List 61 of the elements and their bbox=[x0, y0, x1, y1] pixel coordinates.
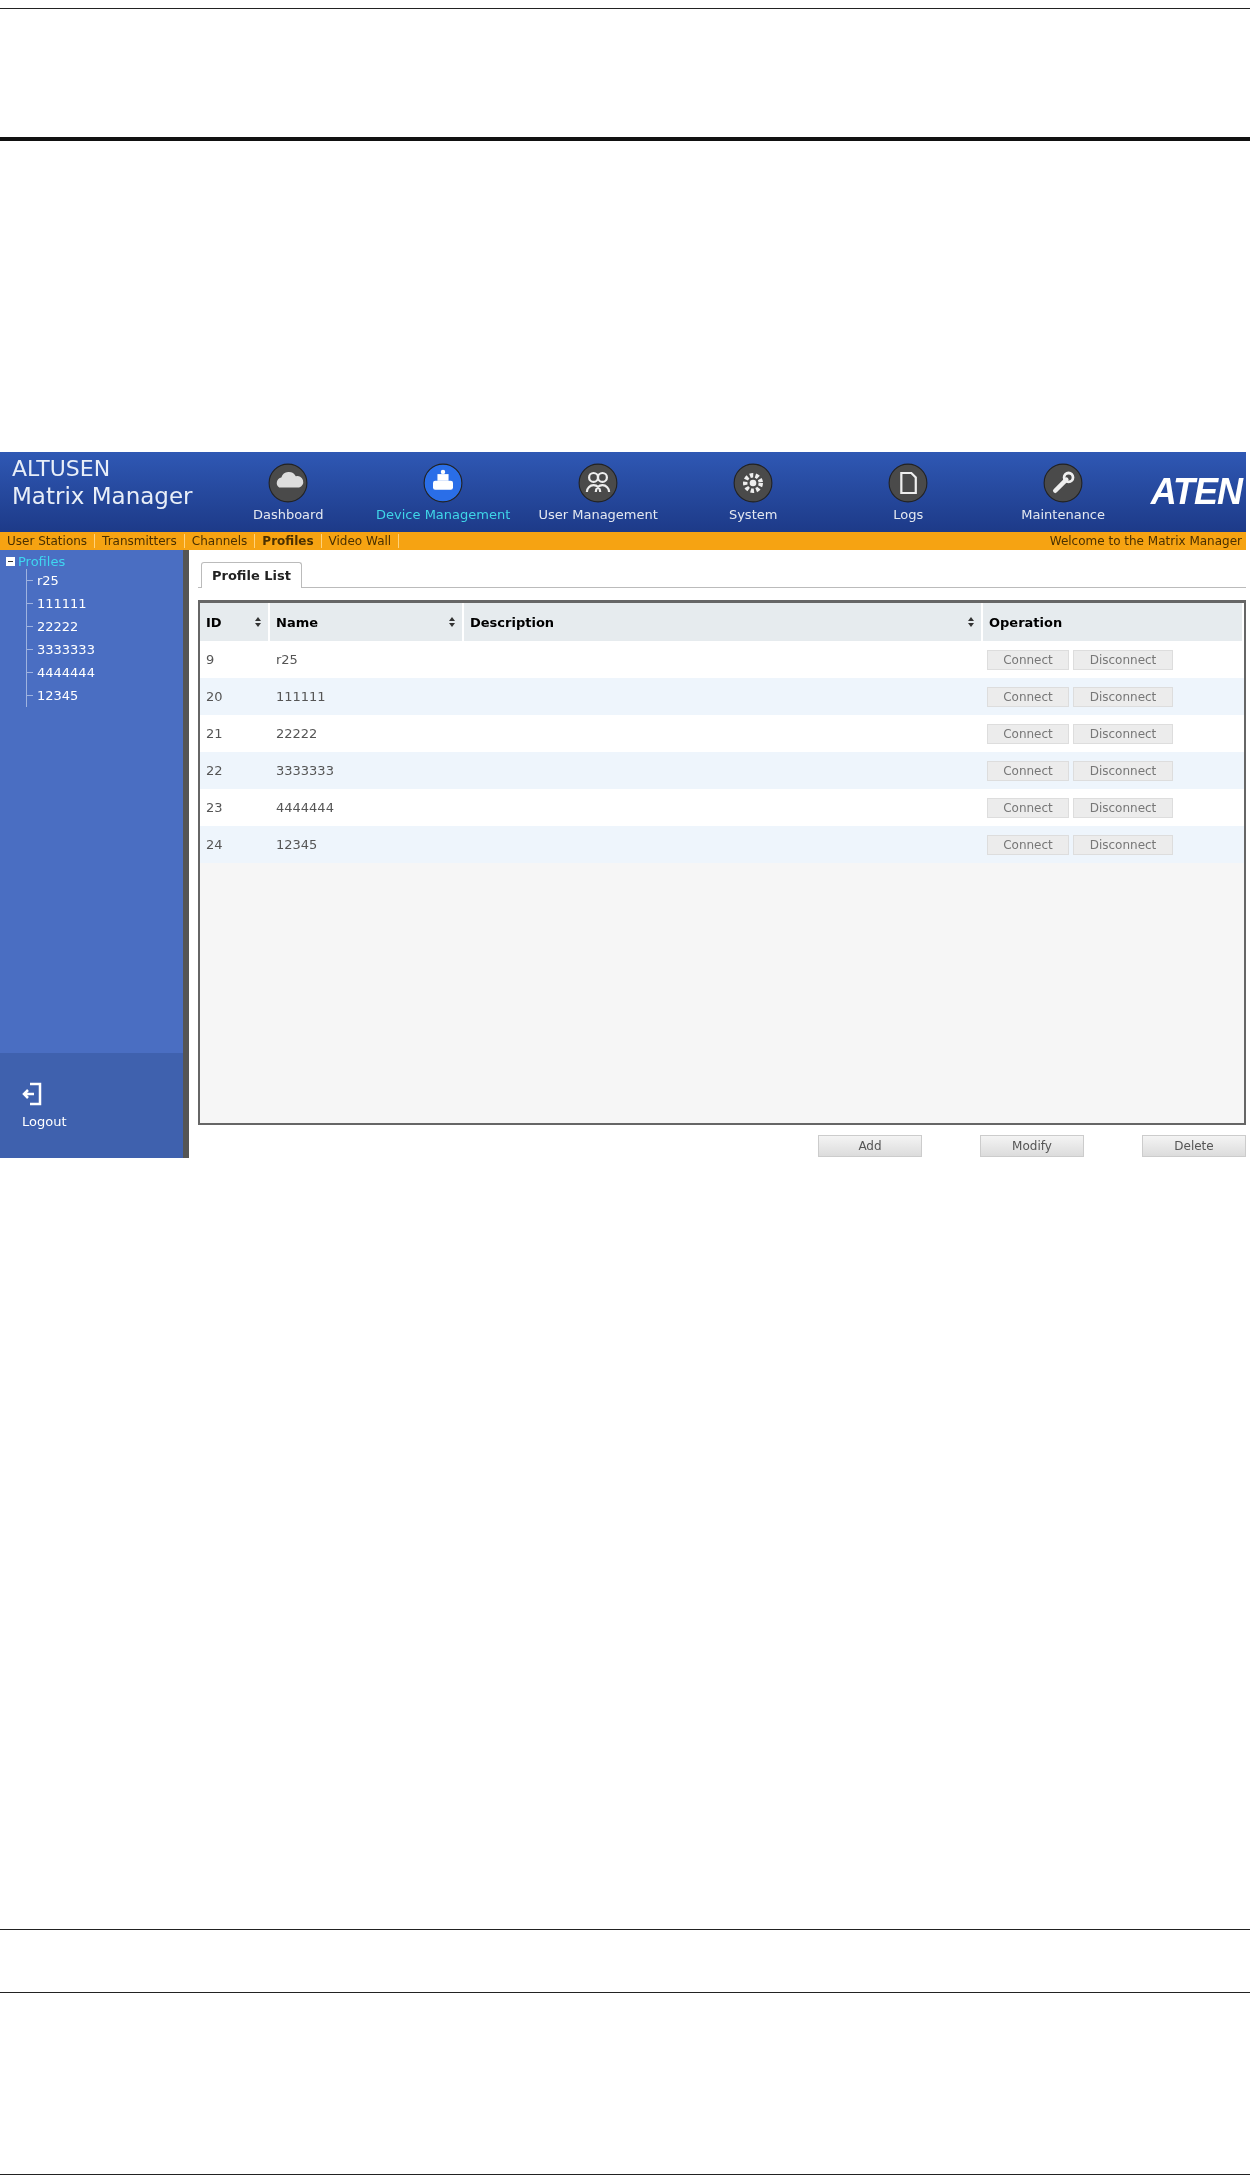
collapse-icon[interactable] bbox=[6, 557, 15, 566]
row-action-button[interactable]: Connect bbox=[987, 760, 1069, 781]
tab[interactable]: Profile List bbox=[201, 562, 302, 588]
nav-item[interactable]: Maintenance bbox=[985, 452, 1141, 532]
welcome-message: Welcome to the Matrix Manager bbox=[1049, 534, 1243, 548]
table-cell-text: 12345 bbox=[275, 837, 319, 852]
users-icon bbox=[578, 463, 619, 503]
tree-item[interactable]: Profiles bbox=[18, 554, 66, 569]
row-action-button[interactable]: Connect bbox=[987, 797, 1069, 818]
table-cell-text: 23 bbox=[205, 800, 224, 815]
row-action-button[interactable]: Disconnect bbox=[1073, 686, 1173, 707]
subnav-tab[interactable]: User Stations bbox=[0, 534, 96, 548]
tree-item[interactable]: 111111 bbox=[37, 596, 87, 611]
action-button[interactable]: Delete bbox=[1142, 1135, 1246, 1157]
table-cell-text: 3333333 bbox=[275, 763, 335, 778]
sort-icon[interactable] bbox=[254, 616, 262, 628]
table-cell-text: 20 bbox=[205, 689, 224, 704]
row-action-button[interactable]: Disconnect bbox=[1073, 797, 1173, 818]
nav-item[interactable]: Logs bbox=[830, 452, 986, 532]
action-button[interactable]: Modify bbox=[980, 1135, 1084, 1157]
brand-subtitle: Matrix Manager bbox=[12, 483, 194, 509]
nav-item[interactable]: System bbox=[675, 452, 831, 532]
tree-item[interactable]: 4444444 bbox=[37, 665, 95, 680]
device-icon bbox=[423, 463, 464, 503]
tree-item[interactable]: 22222 bbox=[37, 619, 79, 634]
gear-icon bbox=[733, 463, 774, 503]
table-cell-text: 24 bbox=[205, 837, 224, 852]
row-action-button[interactable]: Disconnect bbox=[1073, 834, 1173, 855]
row-action-button[interactable]: Connect bbox=[987, 686, 1069, 707]
nav-item[interactable]: Dashboard bbox=[210, 452, 366, 532]
row-action-button[interactable]: Disconnect bbox=[1073, 649, 1173, 670]
row-action-button[interactable]: Connect bbox=[987, 834, 1069, 855]
table-cell-text: 9 bbox=[205, 652, 216, 667]
subnav-tab[interactable]: Transmitters bbox=[95, 534, 185, 548]
sort-icon[interactable] bbox=[448, 616, 456, 628]
document-icon bbox=[888, 463, 929, 503]
brand-title: ALTUSEN bbox=[12, 456, 112, 481]
row-action-button[interactable]: Connect bbox=[987, 723, 1069, 744]
tree-item[interactable]: 12345 bbox=[37, 688, 79, 703]
tree-item[interactable]: r25 bbox=[37, 573, 59, 588]
row-action-button[interactable]: Connect bbox=[987, 649, 1069, 670]
brand-logo: ATEN bbox=[1150, 471, 1245, 513]
action-button[interactable]: Add bbox=[818, 1135, 922, 1157]
table-cell-text: 111111 bbox=[275, 689, 327, 704]
wrench-icon bbox=[1043, 463, 1084, 503]
row-action-button[interactable]: Disconnect bbox=[1073, 723, 1173, 744]
table-cell-text: 22222 bbox=[275, 726, 319, 741]
table-cell-text: 21 bbox=[205, 726, 224, 741]
cloud-icon bbox=[268, 463, 309, 503]
nav-item[interactable]: User Management bbox=[520, 452, 676, 532]
sort-icon[interactable] bbox=[967, 616, 975, 628]
row-action-button[interactable]: Disconnect bbox=[1073, 760, 1173, 781]
subnav-tab[interactable]: Profiles bbox=[255, 534, 322, 548]
subnav-tab[interactable]: Video Wall bbox=[321, 534, 400, 548]
table-cell-text: 22 bbox=[205, 763, 224, 778]
exit-icon bbox=[22, 1082, 42, 1106]
tree-item[interactable]: 3333333 bbox=[37, 642, 95, 657]
table-cell-text: 4444444 bbox=[275, 800, 335, 815]
subnav-tab[interactable]: Channels bbox=[184, 534, 256, 548]
table-cell-text: r25 bbox=[275, 652, 299, 667]
nav-item[interactable]: Device Management bbox=[365, 452, 521, 532]
